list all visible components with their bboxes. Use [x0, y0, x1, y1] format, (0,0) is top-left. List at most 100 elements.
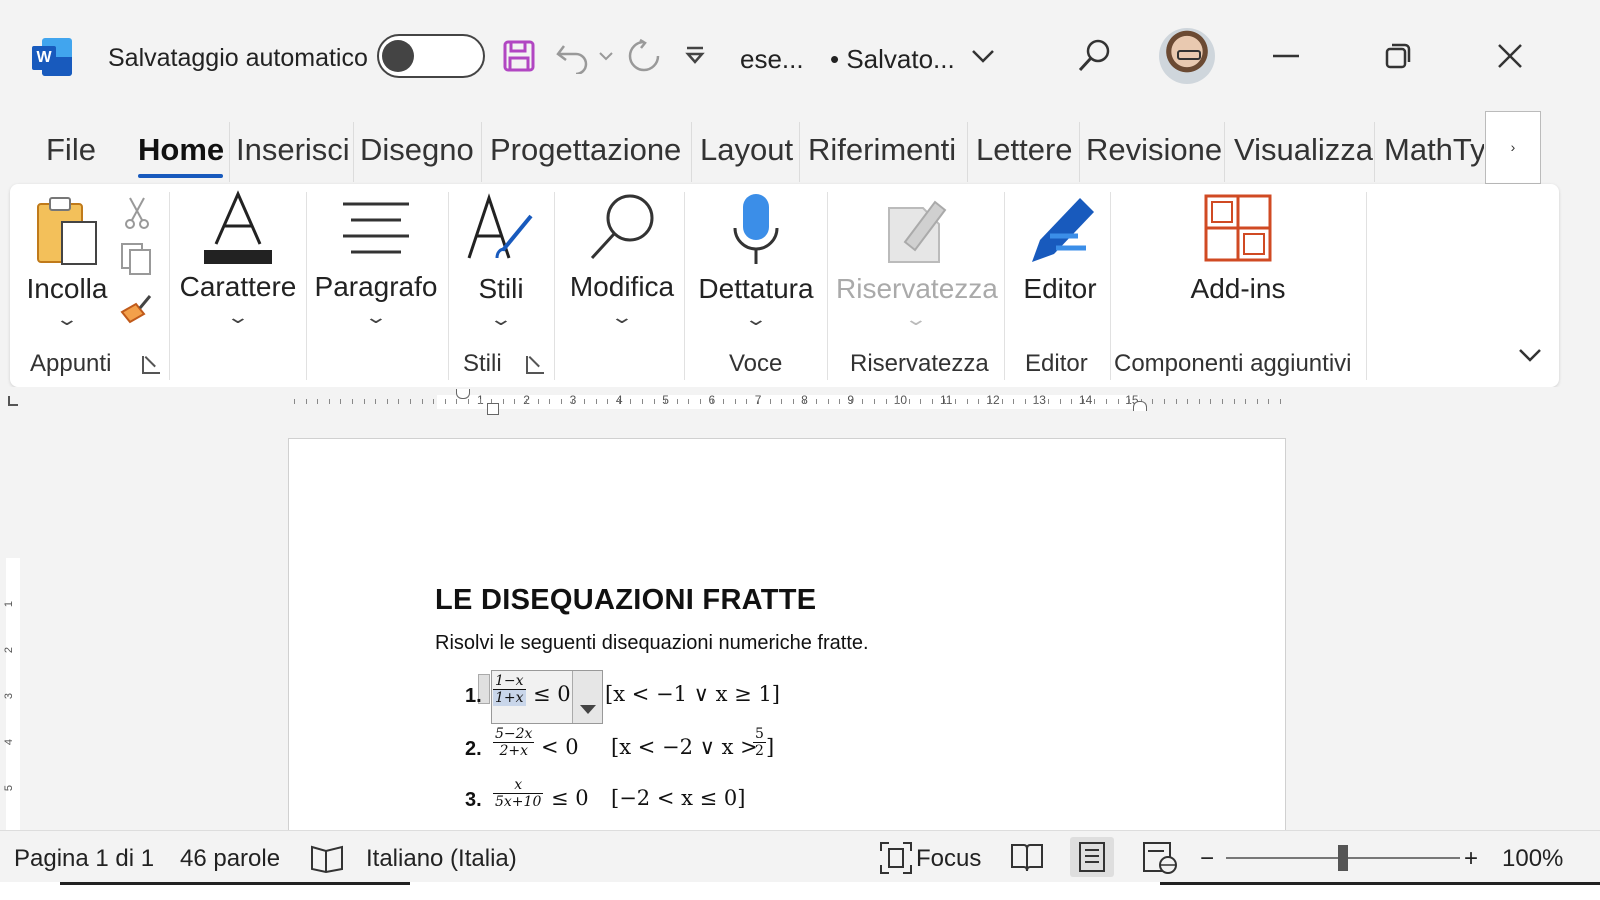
tab-insert[interactable]: Inserisci: [236, 132, 350, 168]
language[interactable]: Italiano (Italia): [366, 845, 517, 873]
ruler-tick: [1048, 399, 1049, 404]
document-canvas[interactable]: LE DISEQUAZIONI FRATTE Risolvi le seguen…: [30, 418, 1600, 830]
ruler-tick: [688, 399, 690, 404]
ruler-tick: [1280, 399, 1281, 404]
tab-design[interactable]: Progettazione: [490, 132, 681, 168]
first-line-indent-marker[interactable]: [456, 389, 470, 399]
ruler-tick: [746, 399, 748, 404]
tab-selector-icon[interactable]: [8, 396, 18, 406]
customize-qat-icon[interactable]: [680, 36, 710, 76]
paste-button[interactable]: Incolla ⌄: [22, 194, 112, 330]
web-layout-icon[interactable]: [1142, 841, 1178, 880]
ruler-tick: [468, 399, 469, 404]
document-instructions[interactable]: Risolvi le seguenti disequazioni numeric…: [435, 632, 869, 655]
ribbon-options-chevron-down-icon[interactable]: [1518, 348, 1542, 367]
focus-label[interactable]: Focus: [916, 845, 981, 873]
document-name[interactable]: ese...: [740, 44, 804, 75]
fraction[interactable]: x 5x+10: [493, 777, 544, 810]
tab-mathtype[interactable]: MathTy: [1384, 132, 1484, 168]
tab-mailings[interactable]: Lettere: [976, 132, 1073, 168]
horizontal-ruler[interactable]: 123456789101112131415: [0, 387, 1600, 417]
vertical-ruler-number: 2: [3, 646, 16, 654]
list-item[interactable]: 1. 1−x 1+x ≤ 0 [x < −1 ∨ x ≥ 1]: [465, 673, 865, 717]
ruler-tick: [1268, 399, 1270, 404]
ruler-tick: [410, 399, 411, 404]
paste-label: Incolla: [26, 273, 108, 304]
ruler-tick: [352, 399, 353, 404]
autosave-toggle[interactable]: [377, 34, 485, 78]
tab-references[interactable]: Riferimenti: [808, 132, 956, 168]
left-indent-marker[interactable]: [487, 403, 499, 415]
ruler-tick: [1233, 399, 1235, 404]
restore-icon[interactable]: [1378, 36, 1418, 76]
tab-draw[interactable]: Disegno: [360, 132, 474, 168]
clipboard-launcher-icon[interactable]: [142, 356, 160, 374]
ruler-tick: [433, 399, 435, 404]
styles-launcher-icon[interactable]: [526, 356, 544, 374]
zoom-level[interactable]: 100%: [1502, 845, 1563, 873]
editor-button[interactable]: Editor: [1012, 192, 1108, 305]
word-count[interactable]: 46 parole: [180, 845, 280, 873]
ruler-tick: [630, 399, 632, 404]
ruler-number: 14: [1078, 393, 1093, 407]
title-bar: W Salvataggio automatico ese... • Salvat…: [0, 0, 1600, 110]
ruler-tick: [978, 399, 980, 404]
avatar[interactable]: [1159, 28, 1215, 84]
tab-file[interactable]: File: [46, 132, 96, 168]
ruler-tick: [908, 399, 910, 404]
fraction[interactable]: 5−2x 2+x: [493, 726, 535, 759]
ruler-tick: [839, 399, 841, 404]
page-count[interactable]: Pagina 1 di 1: [14, 845, 154, 873]
ruler-tick: [572, 399, 574, 404]
print-layout-icon[interactable]: [1070, 837, 1114, 877]
relation: < 0: [541, 735, 579, 759]
tab-view[interactable]: Visualizza: [1234, 132, 1373, 168]
editing-label: Modifica: [569, 271, 675, 302]
ruler-tick: [1187, 399, 1189, 404]
read-mode-icon[interactable]: [1010, 841, 1044, 878]
ruler-tick: [897, 399, 899, 404]
save-icon[interactable]: [500, 36, 538, 76]
cut-icon[interactable]: [122, 196, 152, 235]
vertical-ruler[interactable]: 1 2 3 4 5: [0, 418, 30, 830]
save-state-chevron-down-icon[interactable]: [968, 36, 998, 76]
status-bar: Pagina 1 di 1 46 parole Italiano (Italia…: [0, 830, 1600, 882]
tab-home[interactable]: Home: [138, 132, 224, 168]
ruler-tick: [305, 399, 307, 404]
proofing-book-icon[interactable]: [310, 843, 344, 878]
right-indent-marker[interactable]: [1133, 401, 1147, 411]
ruler-tick: [816, 399, 817, 404]
document-page[interactable]: LE DISEQUAZIONI FRATTE Risolvi le seguen…: [288, 438, 1286, 830]
tab-review[interactable]: Revisione: [1086, 132, 1222, 168]
zoom-slider-thumb[interactable]: [1338, 845, 1348, 871]
document-heading[interactable]: LE DISEQUAZIONI FRATTE: [435, 584, 816, 617]
vertical-ruler-number: 1: [3, 600, 16, 608]
ruler-tick: [1175, 399, 1177, 404]
editing-button[interactable]: Modifica ⌄: [562, 190, 682, 328]
ruler-tick: [955, 399, 957, 404]
close-icon[interactable]: [1490, 36, 1530, 76]
copy-icon[interactable]: [120, 242, 154, 281]
ruler-tick: [1117, 399, 1119, 404]
vertical-ruler-number: 3: [3, 692, 16, 700]
sensitivity-button[interactable]: Riservatezza ⌄: [836, 192, 998, 330]
addins-button[interactable]: Add-ins: [1170, 192, 1306, 305]
ruler-tick: [1071, 399, 1073, 404]
undo-icon[interactable]: [552, 36, 592, 76]
ruler-tick: [386, 399, 388, 404]
more-tabs-button[interactable]: ›: [1485, 111, 1541, 184]
redo-icon[interactable]: [624, 36, 664, 76]
list-item[interactable]: 2. 5−2x 2+x < 0 [x < −2 ∨ x > 5 2 ]: [465, 724, 865, 768]
save-state[interactable]: • Salvato...: [830, 44, 955, 75]
list-item[interactable]: 3. x 5x+10 ≤ 0 [−2 < x ≤ 0]: [465, 775, 865, 819]
minimize-icon[interactable]: [1266, 36, 1306, 76]
zoom-out-button[interactable]: −: [1200, 845, 1214, 873]
fraction[interactable]: 1−x 1+x: [493, 673, 526, 706]
focus-icon[interactable]: [879, 841, 913, 880]
search-icon[interactable]: [1074, 36, 1114, 76]
paragraph-button[interactable]: Paragrafo ⌄: [312, 190, 440, 328]
tab-layout[interactable]: Layout: [700, 132, 793, 168]
sensitivity-label: Riservatezza: [836, 273, 998, 304]
undo-dropdown-chevron-down-icon[interactable]: [596, 36, 616, 76]
zoom-in-button[interactable]: +: [1464, 845, 1478, 873]
